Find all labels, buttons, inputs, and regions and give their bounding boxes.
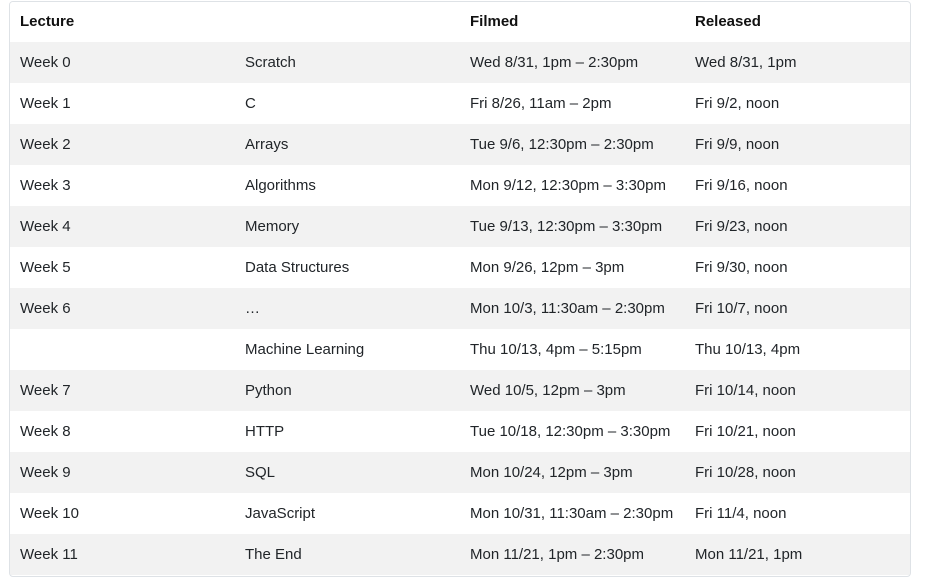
cell-released: Fri 9/30, noon <box>695 259 788 276</box>
cell-lecture: Week 11 <box>20 546 78 563</box>
cell-filmed: Mon 10/31, 11:30am – 2:30pm <box>470 505 674 522</box>
cell-lecture: Week 3 <box>20 177 71 194</box>
cell-released: Wed 8/31, 1pm <box>695 54 797 71</box>
cell-released: Fri 11/4, noon <box>695 505 787 522</box>
cell-lecture: Week 10 <box>20 505 79 522</box>
cell-lecture <box>10 329 235 370</box>
cell-lecture: Week 1 <box>20 95 71 112</box>
cell-topic: Machine Learning <box>245 341 365 358</box>
cell-lecture: Week 2 <box>20 136 71 153</box>
cell-topic: JavaScript <box>245 505 316 522</box>
cell-lecture: Week 9 <box>20 464 71 481</box>
table-row: Week 1 C Fri 8/26, 11am – 2pm Fri 9/2, n… <box>10 83 910 124</box>
header-filmed: Filmed <box>470 13 519 30</box>
cell-filmed: Tue 10/18, 12:30pm – 3:30pm <box>470 423 671 440</box>
cell-filmed: Tue 9/6, 12:30pm – 2:30pm <box>470 136 654 153</box>
cell-topic: Scratch <box>245 54 296 71</box>
cell-lecture: Week 8 <box>20 423 71 440</box>
cell-topic: Python <box>245 382 292 399</box>
table-row: Machine Learning Thu 10/13, 4pm – 5:15pm… <box>10 329 910 370</box>
cell-topic: … <box>245 300 260 317</box>
cell-filmed: Wed 8/31, 1pm – 2:30pm <box>470 54 639 71</box>
cell-lecture: Week 6 <box>20 300 71 317</box>
table-row: Week 10 JavaScript Mon 10/31, 11:30am – … <box>10 493 910 534</box>
cell-topic: C <box>245 95 256 112</box>
cell-released: Mon 11/21, 1pm <box>695 546 803 563</box>
table-row: Week 2 Arrays Tue 9/6, 12:30pm – 2:30pm … <box>10 124 910 165</box>
lecture-schedule-table-container: Lecture Filmed Released Week 0 Scratch W… <box>9 1 911 577</box>
header-lecture: Lecture <box>20 13 75 30</box>
cell-topic: Memory <box>245 218 300 235</box>
cell-topic: Arrays <box>245 136 289 153</box>
cell-released: Fri 10/28, noon <box>695 464 796 481</box>
cell-lecture: Week 7 <box>20 382 71 399</box>
lecture-schedule-table: Lecture Filmed Released Week 0 Scratch W… <box>10 2 910 575</box>
cell-topic: Algorithms <box>245 177 316 194</box>
cell-filmed: Fri 8/26, 11am – 2pm <box>470 95 612 112</box>
cell-released: Fri 9/9, noon <box>695 136 780 153</box>
cell-lecture: Week 5 <box>20 259 71 276</box>
cell-released: Fri 10/21, noon <box>695 423 796 440</box>
header-released: Released <box>695 13 761 30</box>
cell-filmed: Mon 10/24, 12pm – 3pm <box>470 464 633 481</box>
table-row: Week 0 Scratch Wed 8/31, 1pm – 2:30pm We… <box>10 42 910 83</box>
table-row: Week 4 Memory Tue 9/13, 12:30pm – 3:30pm… <box>10 206 910 247</box>
cell-topic: The End <box>245 546 302 563</box>
cell-filmed: Mon 9/26, 12pm – 3pm <box>470 259 625 276</box>
cell-lecture: Week 0 <box>20 54 71 71</box>
table-row: Week 3 Algorithms Mon 9/12, 12:30pm – 3:… <box>10 165 910 206</box>
cell-filmed: Tue 9/13, 12:30pm – 3:30pm <box>470 218 663 235</box>
table-row: Week 5 Data Structures Mon 9/26, 12pm – … <box>10 247 910 288</box>
cell-released: Fri 9/2, noon <box>695 95 780 112</box>
table-row: Week 8 HTTP Tue 10/18, 12:30pm – 3:30pm … <box>10 411 910 452</box>
cell-topic: HTTP <box>245 423 285 440</box>
cell-topic: SQL <box>245 464 276 481</box>
cell-lecture: Week 4 <box>20 218 71 235</box>
cell-topic: Data Structures <box>245 259 350 276</box>
table-row: Week 7 Python Wed 10/5, 12pm – 3pm Fri 1… <box>10 370 910 411</box>
cell-released: Fri 10/14, noon <box>695 382 796 399</box>
table-row: Week 11 The End Mon 11/21, 1pm – 2:30pm … <box>10 534 910 575</box>
cell-filmed: Thu 10/13, 4pm – 5:15pm <box>470 341 642 358</box>
cell-filmed: Mon 9/12, 12:30pm – 3:30pm <box>470 177 666 194</box>
cell-filmed: Wed 10/5, 12pm – 3pm <box>470 382 626 399</box>
header-topic <box>235 2 460 42</box>
table-row: Week 9 SQL Mon 10/24, 12pm – 3pm Fri 10/… <box>10 452 910 493</box>
cell-released: Fri 10/7, noon <box>695 300 788 317</box>
table-row: Week 6 … Mon 10/3, 11:30am – 2:30pm Fri … <box>10 288 910 329</box>
cell-released: Thu 10/13, 4pm <box>695 341 801 358</box>
cell-released: Fri 9/23, noon <box>695 218 788 235</box>
cell-filmed: Mon 11/21, 1pm – 2:30pm <box>470 546 644 563</box>
cell-released: Fri 9/16, noon <box>695 177 788 194</box>
cell-filmed: Mon 10/3, 11:30am – 2:30pm <box>470 300 665 317</box>
table-header-row: Lecture Filmed Released <box>10 2 910 42</box>
